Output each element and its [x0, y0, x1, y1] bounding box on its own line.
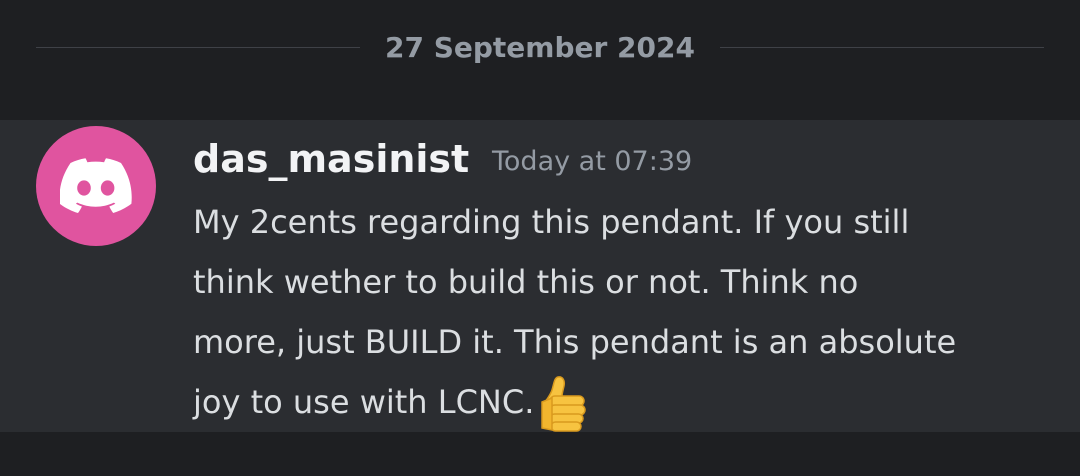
message-timestamp[interactable]: Today at 07:39	[492, 144, 692, 180]
message-line-text: joy to use with LCNC.	[193, 383, 535, 421]
avatar[interactable]	[36, 126, 156, 246]
message-line: think wether to build this or not. Think…	[193, 263, 859, 301]
message-line: more, just BUILD it. This pendant is an …	[193, 323, 957, 361]
message-line: My 2cents regarding this pendant. If you…	[193, 203, 910, 241]
message-item[interactable]: das_masinist Today at 07:39 My 2cents re…	[0, 120, 1080, 432]
author-username[interactable]: das_masinist	[193, 134, 469, 184]
divider-line-right	[720, 47, 1044, 48]
discord-logo-icon	[60, 158, 132, 213]
message-line-last: joy to use with LCNC.	[193, 372, 1053, 434]
thumbs-up-icon[interactable]	[536, 374, 592, 434]
message-content: My 2cents regarding this pendant. If you…	[193, 192, 1053, 434]
date-divider: 27 September 2024	[0, 26, 1080, 70]
divider-line-left	[36, 47, 360, 48]
divider-date: 27 September 2024	[385, 31, 695, 64]
